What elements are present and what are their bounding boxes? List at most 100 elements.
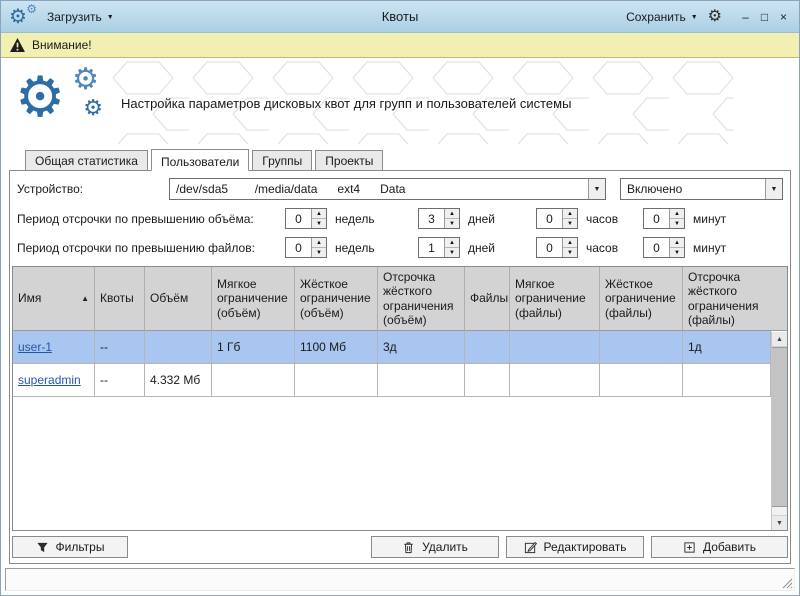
volume-hours-spinner[interactable]: 0 ▲▼ (536, 208, 578, 229)
column-header-volume[interactable]: Объём (145, 267, 212, 330)
user-link[interactable]: user-1 (18, 340, 52, 354)
quota-status-value: Включено (621, 179, 765, 199)
quota-status-select[interactable]: Включено ▼ (620, 178, 783, 200)
cell-grace-volume: 3д (378, 331, 465, 363)
cell-grace-files (683, 364, 771, 396)
spinner-value: 1 (419, 238, 444, 257)
spin-down-icon[interactable]: ▼ (563, 248, 577, 257)
weeks-unit-label: недель (335, 241, 418, 255)
spin-up-icon[interactable]: ▲ (445, 209, 459, 219)
scroll-down-icon[interactable]: ▼ (772, 515, 787, 530)
cell-quotas: -- (95, 331, 145, 363)
maximize-button[interactable]: □ (757, 11, 772, 23)
days-unit-label: дней (468, 241, 536, 255)
device-row: Устройство: /dev/sda5 /media/data ext4 D… (12, 178, 788, 200)
warning-icon (10, 38, 25, 52)
files-minutes-spinner[interactable]: 0 ▲▼ (643, 237, 685, 258)
column-header-hard-volume[interactable]: Жёсткое ограничение (объём) (295, 267, 378, 330)
spinner-value: 0 (644, 238, 669, 257)
column-header-soft-files[interactable]: Мягкое ограничение (файлы) (510, 267, 600, 330)
spin-up-icon[interactable]: ▲ (312, 238, 326, 248)
add-button[interactable]: Добавить (651, 536, 788, 558)
spin-up-icon[interactable]: ▲ (670, 209, 684, 219)
scrollbar-track[interactable] (772, 507, 787, 515)
weeks-unit-label: недель (335, 212, 418, 226)
spinner-value: 0 (537, 238, 562, 257)
files-weeks-spinner[interactable]: 0 ▲▼ (285, 237, 327, 258)
close-button[interactable]: × (776, 11, 791, 23)
page-description: Настройка параметров дисковых квот для г… (121, 96, 571, 111)
tab-general-stats[interactable]: Общая статистика (25, 150, 148, 170)
chevron-down-icon[interactable]: ▼ (588, 179, 605, 199)
app-logo-gears: ⚙ ⚙ ⚙ (13, 63, 105, 143)
spinner-value: 0 (537, 209, 562, 228)
scrollbar-thumb[interactable] (772, 347, 787, 507)
cell-quotas: -- (95, 364, 145, 396)
scroll-up-icon[interactable]: ▲ (772, 332, 787, 347)
status-bar (5, 568, 795, 591)
files-days-spinner[interactable]: 1 ▲▼ (418, 237, 460, 258)
spin-up-icon[interactable]: ▲ (563, 209, 577, 219)
spin-down-icon[interactable]: ▼ (563, 219, 577, 228)
warning-bar: Внимание! (1, 33, 799, 58)
volume-days-spinner[interactable]: 3 ▲▼ (418, 208, 460, 229)
minutes-unit-label: минут (693, 241, 726, 255)
column-header-quotas[interactable]: Квоты (95, 267, 145, 330)
device-select[interactable]: /dev/sda5 /media/data ext4 Data ▼ (169, 178, 606, 200)
spin-up-icon[interactable]: ▲ (670, 238, 684, 248)
tab-bar: Общая статистика Пользователи Группы Про… (1, 148, 799, 170)
user-link[interactable]: superadmin (18, 373, 81, 387)
resize-grip[interactable] (781, 577, 793, 589)
load-menu-button[interactable]: Загрузить ▼ (47, 10, 114, 24)
hours-unit-label: часов (586, 212, 643, 226)
spin-down-icon[interactable]: ▼ (445, 248, 459, 257)
cell-soft-volume (212, 364, 295, 396)
gear-icon: ⚙ (72, 65, 99, 95)
spin-down-icon[interactable]: ▼ (312, 219, 326, 228)
table-row[interactable]: user-1 -- 1 Гб 1100 Мб 3д 1д (13, 331, 771, 364)
spin-down-icon[interactable]: ▼ (670, 248, 684, 257)
cell-hard-volume: 1100 Мб (295, 331, 378, 363)
files-hours-spinner[interactable]: 0 ▲▼ (536, 237, 578, 258)
save-menu-button[interactable]: Сохранить ▼ (626, 10, 698, 24)
edit-pencil-icon (524, 541, 537, 554)
column-header-grace-files[interactable]: Отсрочка жёсткого ограничения (файлы) (683, 267, 787, 330)
grace-files-row: Период отсрочки по превышению файлов: 0 … (12, 237, 788, 258)
volume-weeks-spinner[interactable]: 0 ▲▼ (285, 208, 327, 229)
hours-unit-label: часов (586, 241, 643, 255)
column-header-files[interactable]: Файлы (465, 267, 510, 330)
filter-funnel-icon (36, 541, 49, 554)
column-header-hard-files[interactable]: Жёсткое ограничение (файлы) (600, 267, 683, 330)
titlebar-left: ⚙ ⚙ Загрузить ▼ (9, 4, 382, 30)
tab-users[interactable]: Пользователи (151, 149, 249, 171)
spin-up-icon[interactable]: ▲ (312, 209, 326, 219)
spin-up-icon[interactable]: ▲ (563, 238, 577, 248)
spin-down-icon[interactable]: ▼ (670, 219, 684, 228)
spinner-value: 0 (286, 209, 311, 228)
add-button-label: Добавить (703, 540, 756, 554)
users-table: Имя ▲ Квоты Объём Мягкое ограничение (об… (12, 266, 788, 531)
column-header-soft-volume[interactable]: Мягкое ограничение (объём) (212, 267, 295, 330)
spin-down-icon[interactable]: ▼ (312, 248, 326, 257)
minimize-button[interactable]: – (738, 11, 753, 23)
chevron-down-icon: ▼ (691, 14, 698, 21)
delete-button[interactable]: Удалить (371, 536, 499, 558)
titlebar: ⚙ ⚙ Загрузить ▼ Квоты Сохранить ▼ ⚙ – □ … (1, 1, 799, 33)
titlebar-right: Сохранить ▼ ⚙ – □ × (418, 9, 791, 25)
cell-volume (145, 331, 212, 363)
table-row[interactable]: superadmin -- 4.332 Мб (13, 364, 771, 397)
column-header-grace-volume[interactable]: Отсрочка жёсткого ограничения (объём) (378, 267, 465, 330)
tab-projects[interactable]: Проекты (315, 150, 383, 170)
cell-hard-volume (295, 364, 378, 396)
settings-gear-icon[interactable]: ⚙ (708, 9, 722, 25)
column-header-name[interactable]: Имя ▲ (13, 267, 95, 330)
volume-minutes-spinner[interactable]: 0 ▲▼ (643, 208, 685, 229)
vertical-scrollbar[interactable]: ▲ ▼ (771, 332, 787, 530)
spin-down-icon[interactable]: ▼ (445, 219, 459, 228)
spin-up-icon[interactable]: ▲ (445, 238, 459, 248)
cell-files (465, 364, 510, 396)
filters-button[interactable]: Фильтры (12, 536, 128, 558)
chevron-down-icon[interactable]: ▼ (765, 179, 782, 199)
edit-button[interactable]: Редактировать (506, 536, 644, 558)
tab-groups[interactable]: Группы (252, 150, 312, 170)
